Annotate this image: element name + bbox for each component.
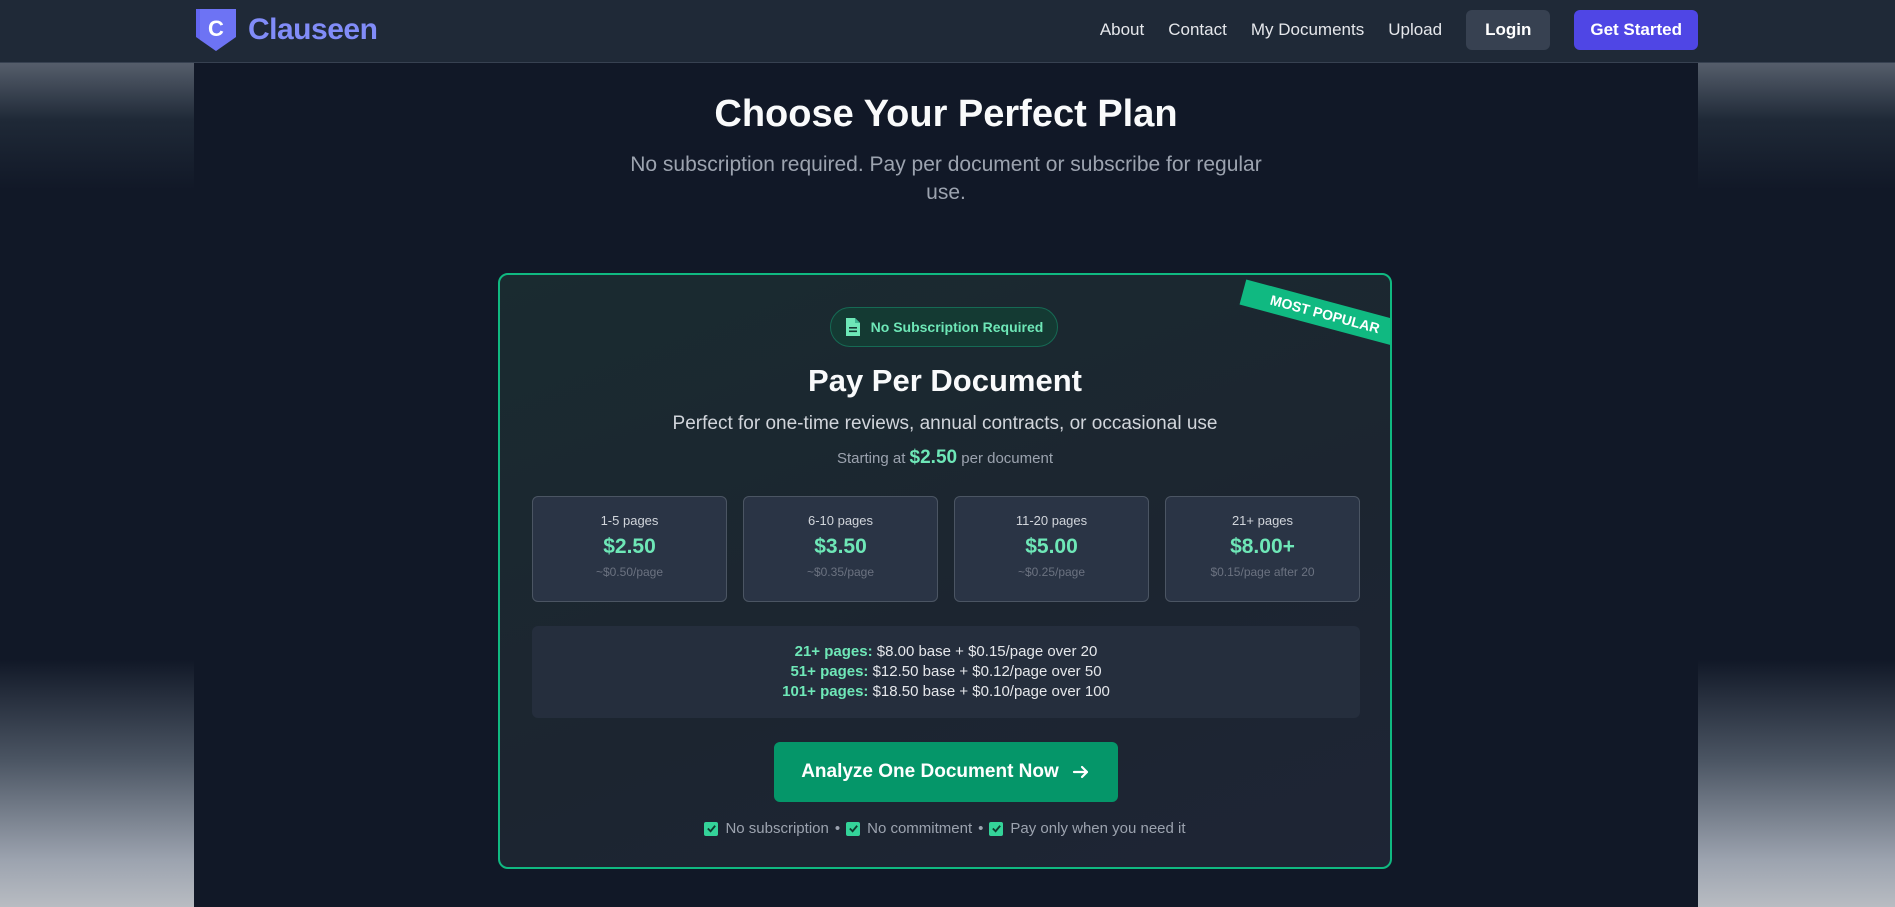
checkbox-check-icon (846, 821, 861, 836)
pricing-tier: 1-5 pages $2.50 ~$0.50/page (532, 496, 727, 602)
benefit-item: Pay only when you need it (989, 820, 1186, 837)
tier-price: $8.00+ (1230, 535, 1295, 558)
detail-text: $12.50 base + $0.12/page over 50 (872, 663, 1102, 680)
benefit-label: No subscription (725, 820, 829, 837)
pricing-tier: 11-20 pages $5.00 ~$0.25/page (954, 496, 1149, 602)
benefit-label: No commitment (867, 820, 973, 837)
page-subtitle: No subscription required. Pay per docume… (630, 153, 1262, 204)
tier-price: $5.00 (1025, 535, 1078, 558)
benefit-separator: • (834, 820, 841, 837)
most-popular-ribbon: MOST POPULAR (1239, 279, 1390, 349)
checkbox-check-icon (704, 821, 719, 836)
starting-prefix: Starting at (837, 450, 906, 467)
starting-price-line: Starting at $2.50 per document (500, 447, 1390, 469)
top-navbar: C Clauseen About Contact My Documents Up… (0, 0, 1895, 63)
benefit-item: No commitment (846, 820, 972, 837)
tier-price: $2.50 (603, 535, 656, 558)
nav-links: About Contact My Documents Upload Login … (1100, 10, 1698, 50)
plan-description: Perfect for one-time reviews, annual con… (672, 413, 1218, 434)
starting-price: $2.50 (909, 447, 958, 468)
starting-suffix: per document (961, 450, 1053, 467)
nav-link-about[interactable]: About (1100, 10, 1144, 50)
nav-link-my-documents[interactable]: My Documents (1251, 10, 1364, 50)
document-icon (845, 318, 860, 336)
tier-price: $3.50 (814, 535, 867, 558)
tier-per-page: ~$0.35/page (806, 565, 875, 579)
tier-range: 1-5 pages (600, 513, 659, 528)
tier-range: 21+ pages (1231, 513, 1294, 528)
detail-label: 101+ pages: (782, 683, 869, 700)
benefit-label: Pay only when you need it (1010, 820, 1186, 837)
analyze-document-button[interactable]: Analyze One Document Now (774, 742, 1118, 802)
brand-name: Clauseen (248, 13, 378, 46)
badge-label: No Subscription Required (870, 319, 1044, 335)
detail-label: 21+ pages: (794, 643, 873, 660)
detail-text: $18.50 base + $0.10/page over 100 (872, 683, 1110, 700)
tier-per-page: ~$0.25/page (1017, 565, 1086, 579)
logo[interactable]: C Clauseen (194, 7, 378, 53)
no-subscription-badge: No Subscription Required (830, 307, 1058, 347)
nav-link-upload[interactable]: Upload (1388, 10, 1442, 50)
detail-row: 21+ pages: $8.00 base + $0.15/page over … (532, 642, 1360, 662)
logo-shield-icon: C (196, 9, 236, 51)
benefit-separator: • (978, 820, 984, 837)
detail-text: $8.00 base + $0.15/page over 20 (876, 643, 1098, 660)
pricing-tiers: 1-5 pages $2.50 ~$0.50/page 6-10 pages $… (532, 496, 1360, 602)
get-started-button[interactable]: Get Started (1574, 10, 1698, 50)
tier-per-page: $0.15/page after 20 (1210, 565, 1315, 579)
benefit-item: No subscription (704, 820, 829, 837)
pricing-tier: 6-10 pages $3.50 ~$0.35/page (743, 496, 938, 602)
checkbox-check-icon (989, 821, 1004, 836)
pay-per-document-card: MOST POPULAR No Subscription Required Pa… (498, 273, 1392, 869)
pricing-tier: 21+ pages $8.00+ $0.15/page after 20 (1165, 496, 1360, 602)
tier-range: 11-20 pages (1015, 513, 1088, 528)
pricing-details: 21+ pages: $8.00 base + $0.15/page over … (532, 626, 1360, 718)
plan-name: Pay Per Document (808, 363, 1082, 398)
tier-range: 6-10 pages (807, 513, 874, 528)
nav-link-contact[interactable]: Contact (1168, 10, 1227, 50)
login-button[interactable]: Login (1466, 10, 1551, 50)
main-content: Choose Your Perfect Plan No subscription… (194, 63, 1698, 907)
detail-row: 51+ pages: $12.50 base + $0.12/page over… (532, 662, 1360, 682)
logo-letter: C (208, 16, 224, 41)
benefits-list: No subscription • No commitment • Pay on… (500, 820, 1390, 837)
detail-row: 101+ pages: $18.50 base + $0.10/page ove… (532, 682, 1360, 702)
tier-per-page: ~$0.50/page (595, 565, 664, 579)
page-title: Choose Your Perfect Plan (714, 93, 1178, 135)
detail-label: 51+ pages: (790, 663, 869, 680)
cta-label: Analyze One Document Now (801, 761, 1059, 782)
arrow-right-icon (1072, 765, 1088, 779)
